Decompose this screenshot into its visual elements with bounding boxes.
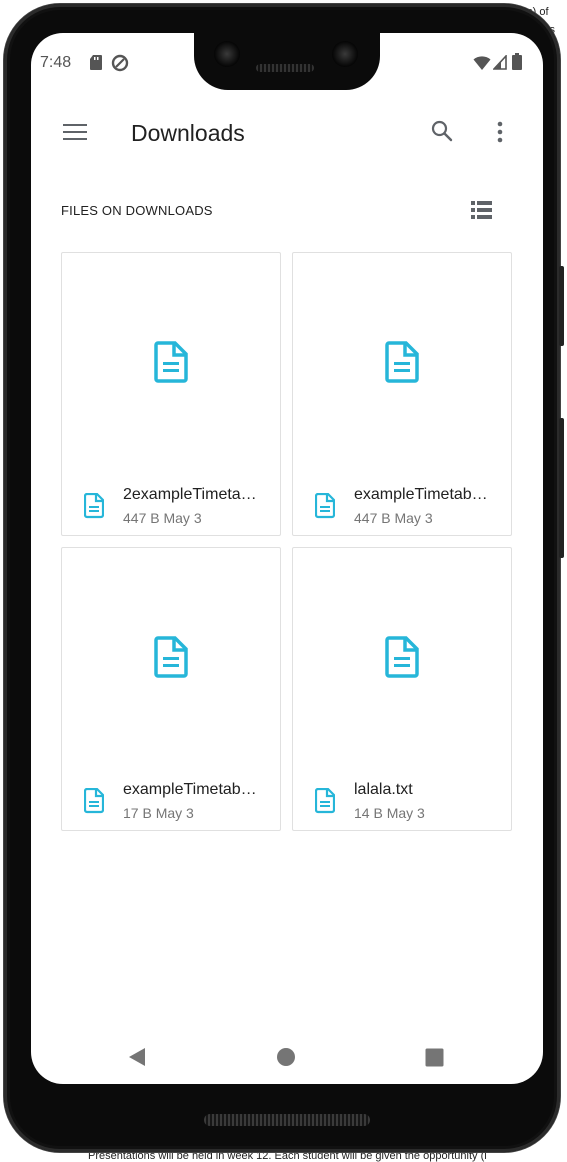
document-icon [315,493,335,519]
file-name: lalala.txt [354,781,413,798]
file-size: 14 B [354,805,383,821]
file-card[interactable]: 2exampleTimeta… 447 B May 3 [61,252,281,536]
recents-icon [425,1048,443,1066]
document-icon [385,341,419,383]
signal-icon [493,55,507,70]
phone-frame: 7:48 Downloads FILES ON DOWNLOADS 2examp… [4,4,564,1152]
file-date: May 3 [163,510,202,526]
file-date: May 3 [394,510,433,526]
file-name: exampleTimetab… [123,781,257,798]
power-button [559,266,564,346]
more-vert-icon [497,121,503,143]
file-card[interactable]: exampleTimetab… 447 B May 3 [292,252,512,536]
system-nav-bar [31,1037,543,1077]
file-size: 447 B [354,510,391,526]
volume-button [559,418,564,558]
app-bar: Downloads [31,103,543,163]
bottom-speaker-grille [204,1114,370,1126]
search-icon [431,120,453,142]
document-icon [154,636,188,678]
notch [194,28,380,90]
sd-card-icon [90,55,102,70]
speaker-grille [256,64,314,72]
document-icon [315,788,335,814]
document-icon [385,636,419,678]
list-view-icon[interactable] [469,198,495,222]
file-meta: 447 B May 3 [123,510,202,526]
document-icon [84,788,104,814]
home-icon [277,1048,295,1066]
file-size: 447 B [123,510,160,526]
file-name: 2exampleTimeta… [123,486,257,503]
more-options-button[interactable] [480,112,520,152]
file-name: exampleTimetab… [354,486,488,503]
menu-icon [63,124,87,140]
file-card[interactable]: exampleTimetab… 17 B May 3 [61,547,281,831]
search-button[interactable] [422,111,462,151]
file-card[interactable]: lalala.txt 14 B May 3 [292,547,512,831]
document-icon [154,341,188,383]
file-meta: 447 B May 3 [354,510,433,526]
back-icon [129,1048,145,1066]
file-meta: 14 B May 3 [354,805,425,821]
document-icon [84,493,104,519]
status-time: 7:48 [40,54,72,71]
menu-button[interactable] [55,112,95,152]
file-size: 17 B [123,805,152,821]
file-date: May 3 [155,805,194,821]
file-date: May 3 [386,805,425,821]
back-button[interactable] [123,1043,151,1071]
page-title: Downloads [131,120,245,146]
data-saver-icon [111,54,129,72]
recents-button[interactable] [420,1043,448,1071]
section-title: FILES ON DOWNLOADS [61,203,213,218]
file-meta: 17 B May 3 [123,805,194,821]
home-button[interactable] [272,1043,300,1071]
front-camera-icon [332,41,358,67]
front-camera-icon [214,41,240,67]
screen: 7:48 Downloads FILES ON DOWNLOADS 2examp… [31,33,543,1084]
wifi-icon [473,56,491,70]
battery-icon [512,53,522,70]
